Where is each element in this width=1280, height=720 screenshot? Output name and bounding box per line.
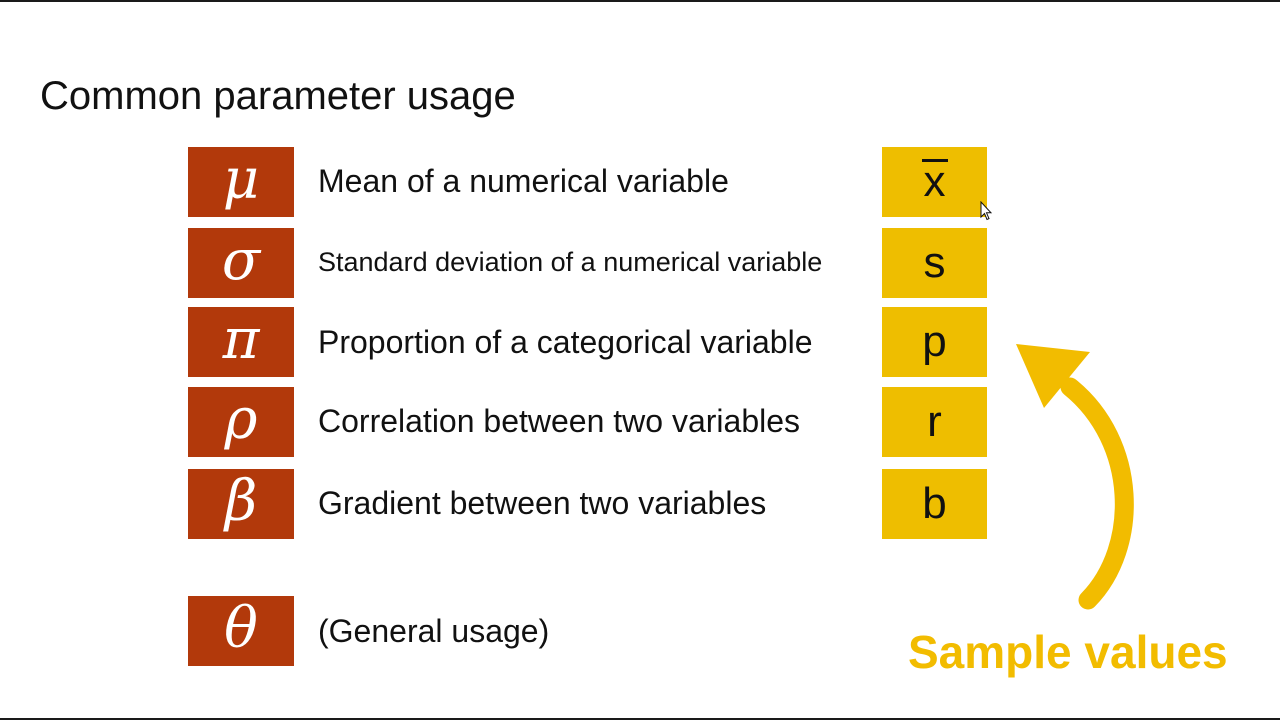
parameter-symbol-mu: μ bbox=[188, 147, 294, 217]
parameter-symbol-beta: β bbox=[188, 469, 294, 539]
mouse-pointer-icon bbox=[980, 201, 992, 221]
parameter-description-gradient: Gradient between two variables bbox=[318, 485, 767, 521]
parameter-description-proportion: Proportion of a categorical variable bbox=[318, 324, 813, 360]
parameter-symbol-sigma: σ bbox=[188, 228, 294, 298]
curved-arrow-icon bbox=[1016, 344, 1134, 610]
parameter-description-mean: Mean of a numerical variable bbox=[318, 163, 729, 199]
parameter-symbol-pi: π bbox=[188, 307, 294, 377]
slide-title: Common parameter usage bbox=[40, 74, 516, 118]
parameter-description-general-usage: (General usage) bbox=[318, 613, 550, 649]
parameter-symbol-rho: ρ bbox=[188, 387, 294, 457]
parameter-description-correlation: Correlation between two variables bbox=[318, 403, 801, 439]
sample-symbol-s: s bbox=[882, 228, 987, 298]
sample-symbol-xbar: x bbox=[882, 147, 987, 217]
slide: Common parameter usage μ Mean of a numer… bbox=[0, 0, 1280, 720]
parameter-symbol-theta: θ bbox=[188, 596, 294, 666]
sample-symbol-p: p bbox=[882, 307, 987, 377]
sample-symbol-xbar-letter: x bbox=[921, 157, 948, 206]
sample-symbol-r: r bbox=[882, 387, 987, 457]
sample-values-caption: Sample values bbox=[908, 626, 1228, 678]
sample-symbol-b: b bbox=[882, 469, 987, 539]
parameter-description-standard-deviation: Standard deviation of a numerical variab… bbox=[318, 247, 823, 277]
